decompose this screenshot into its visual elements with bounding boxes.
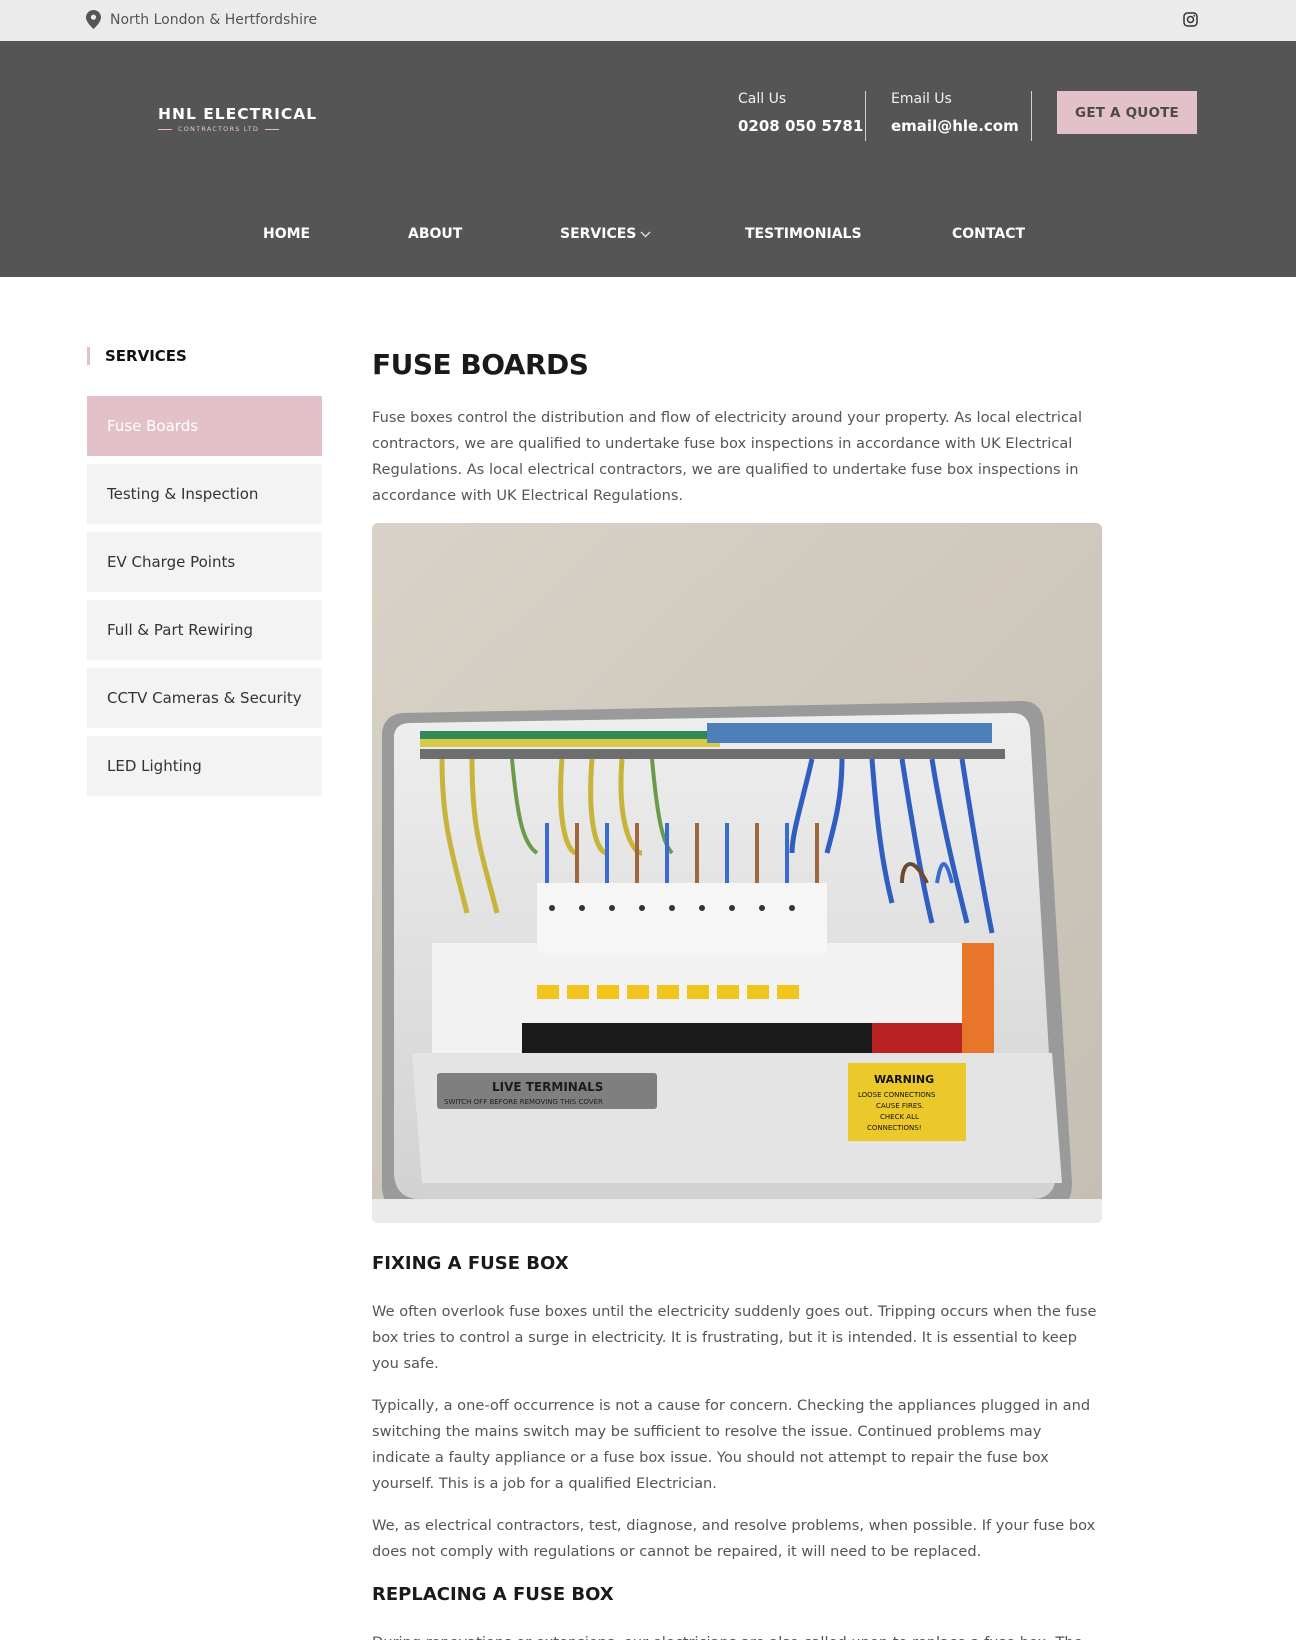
- location: North London & Hertfordshire: [86, 10, 317, 29]
- nav-services-label: SERVICES: [560, 226, 637, 242]
- live-terminals-label: LIVE TERMINALS: [492, 1080, 603, 1094]
- top-bar: North London & Hertfordshire: [0, 0, 1296, 41]
- sidebar-item-ev-charge-points[interactable]: EV Charge Points: [87, 532, 322, 592]
- logo[interactable]: HNL ELECTRICAL CONTRACTORS LTD: [158, 105, 318, 133]
- replacing-heading: REPLACING A FUSE BOX: [372, 1584, 614, 1605]
- warning-line-3: CHECK ALL: [880, 1113, 919, 1121]
- site-header: HNL ELECTRICAL CONTRACTORS LTD Call Us 0…: [0, 41, 1296, 277]
- nav-home[interactable]: HOME: [263, 226, 310, 242]
- nav-about[interactable]: ABOUT: [408, 226, 462, 242]
- logo-line2: CONTRACTORS LTD: [178, 125, 260, 133]
- intro-paragraph: Fuse boxes control the distribution and …: [372, 409, 1082, 504]
- main-content: FUSE BOARDS Fuse boxes control the distr…: [372, 345, 1102, 1640]
- warning-line-1: LOOSE CONNECTIONS: [858, 1091, 936, 1099]
- sidebar-title: SERVICES: [87, 347, 187, 365]
- location-text: North London & Hertfordshire: [110, 11, 318, 28]
- instagram-icon[interactable]: [1183, 12, 1198, 27]
- fuse-board-illustration: LIVE TERMINALS SWITCH OFF BEFORE REMOVIN…: [372, 523, 1102, 1223]
- nav-testimonials[interactable]: TESTIMONIALS: [745, 226, 862, 242]
- call-us-block: Call Us 0208 050 5781: [738, 91, 863, 135]
- map-pin-icon: [86, 10, 101, 29]
- sidebar-item-rewiring[interactable]: Full & Part Rewiring: [87, 600, 322, 660]
- replacing-paragraph-1: During renovations or extensions, our el…: [372, 1630, 1102, 1640]
- warning-line-4: CONNECTIONS!: [867, 1124, 922, 1132]
- warning-line-2: CAUSE FIRES.: [876, 1102, 924, 1110]
- fuse-board-photo: LIVE TERMINALS SWITCH OFF BEFORE REMOVIN…: [372, 523, 1102, 1223]
- chevron-down-icon: [640, 231, 651, 237]
- fixing-heading: FIXING A FUSE BOX: [372, 1253, 569, 1274]
- sidebar-item-fuse-boards[interactable]: Fuse Boards: [87, 396, 322, 456]
- email-us-label: Email Us: [891, 91, 952, 107]
- nav-contact[interactable]: CONTACT: [952, 226, 1025, 242]
- warning-label: WARNING: [874, 1073, 934, 1086]
- get-a-quote-button[interactable]: GET A QUOTE: [1057, 91, 1197, 134]
- fixing-paragraph-2: Typically, a one-off occurrence is not a…: [372, 1397, 1091, 1492]
- nav-services[interactable]: SERVICES: [560, 226, 651, 242]
- email-address[interactable]: email@hle.com: [891, 117, 1019, 135]
- main-nav: HOME ABOUT SERVICES TESTIMONIALS CONTACT: [0, 226, 1296, 246]
- sidebar-item-testing-inspection[interactable]: Testing & Inspection: [87, 464, 322, 524]
- switch-off-label: SWITCH OFF BEFORE REMOVING THIS COVER: [444, 1098, 603, 1106]
- logo-line1: HNL ELECTRICAL: [158, 105, 318, 123]
- services-sidebar: Fuse Boards Testing & Inspection EV Char…: [87, 396, 322, 804]
- call-us-label: Call Us: [738, 91, 787, 107]
- sidebar-item-cctv[interactable]: CCTV Cameras & Security: [87, 668, 322, 728]
- fixing-paragraph-3: We, as electrical contractors, test, dia…: [372, 1517, 1096, 1560]
- divider: [865, 91, 866, 141]
- fixing-paragraph-1: We often overlook fuse boxes until the e…: [372, 1303, 1097, 1372]
- email-us-block: Email Us email@hle.com: [891, 91, 1019, 135]
- page-title: FUSE BOARDS: [372, 348, 589, 381]
- divider: [1031, 91, 1032, 141]
- phone-number[interactable]: 0208 050 5781: [738, 117, 863, 135]
- sidebar-item-led-lighting[interactable]: LED Lighting: [87, 736, 322, 796]
